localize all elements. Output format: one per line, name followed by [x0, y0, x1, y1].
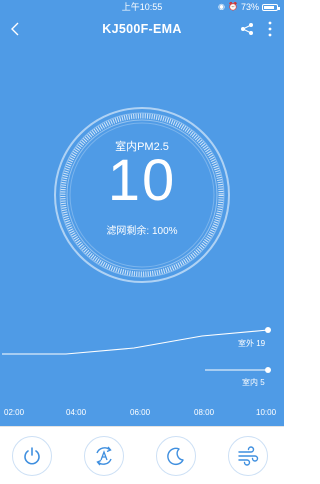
sleep-mode-button[interactable]: [156, 436, 196, 476]
filter-remaining: 滤网剩余: 100%: [106, 226, 178, 237]
outdoor-point: [265, 327, 271, 333]
auto-mode-button[interactable]: [84, 436, 124, 476]
outdoor-label: 室外 19: [238, 338, 266, 348]
status-right: ◉ ⏰ 73%: [218, 0, 280, 14]
wind-speed-button[interactable]: [228, 436, 268, 476]
indoor-point: [265, 367, 271, 373]
auto-mode-icon: [96, 446, 112, 466]
power-icon: [24, 447, 40, 465]
status-bar: 上午10:55 ◉ ⏰ 73%: [0, 0, 284, 14]
nav-bar: KJ500F-EMA: [0, 14, 284, 44]
wind-icon: [238, 446, 259, 466]
control-bar: [0, 426, 284, 484]
battery-icon: [262, 3, 280, 11]
x-tick-label: 10:00: [256, 408, 277, 417]
indoor-label: 室内 5: [242, 377, 265, 387]
pm25-value: 10: [107, 148, 177, 213]
main-screen: 上午10:55 ◉ ⏰ 73% KJ500F-EMA 室内PM2.5 10 滤网…: [0, 0, 284, 426]
more-vertical-icon: [268, 21, 272, 37]
do-not-disturb-icon: ◉: [218, 2, 226, 11]
x-tick-label: 06:00: [130, 408, 151, 417]
share-icon: [241, 23, 253, 35]
alarm-icon: ⏰: [228, 2, 238, 11]
power-button[interactable]: [12, 436, 52, 476]
battery-percent: 73%: [240, 2, 259, 12]
more-button[interactable]: [266, 20, 274, 38]
x-tick-label: 08:00: [194, 408, 215, 417]
moon-icon: [167, 447, 184, 466]
pm25-trend-chart: 室外 19 室内 5 02:00 04:00 06:00 08:00 10:00: [0, 300, 284, 426]
outdoor-line: [2, 329, 269, 355]
share-button[interactable]: [240, 22, 254, 36]
x-tick-label: 04:00: [66, 408, 87, 417]
x-tick-label: 02:00: [4, 408, 25, 417]
